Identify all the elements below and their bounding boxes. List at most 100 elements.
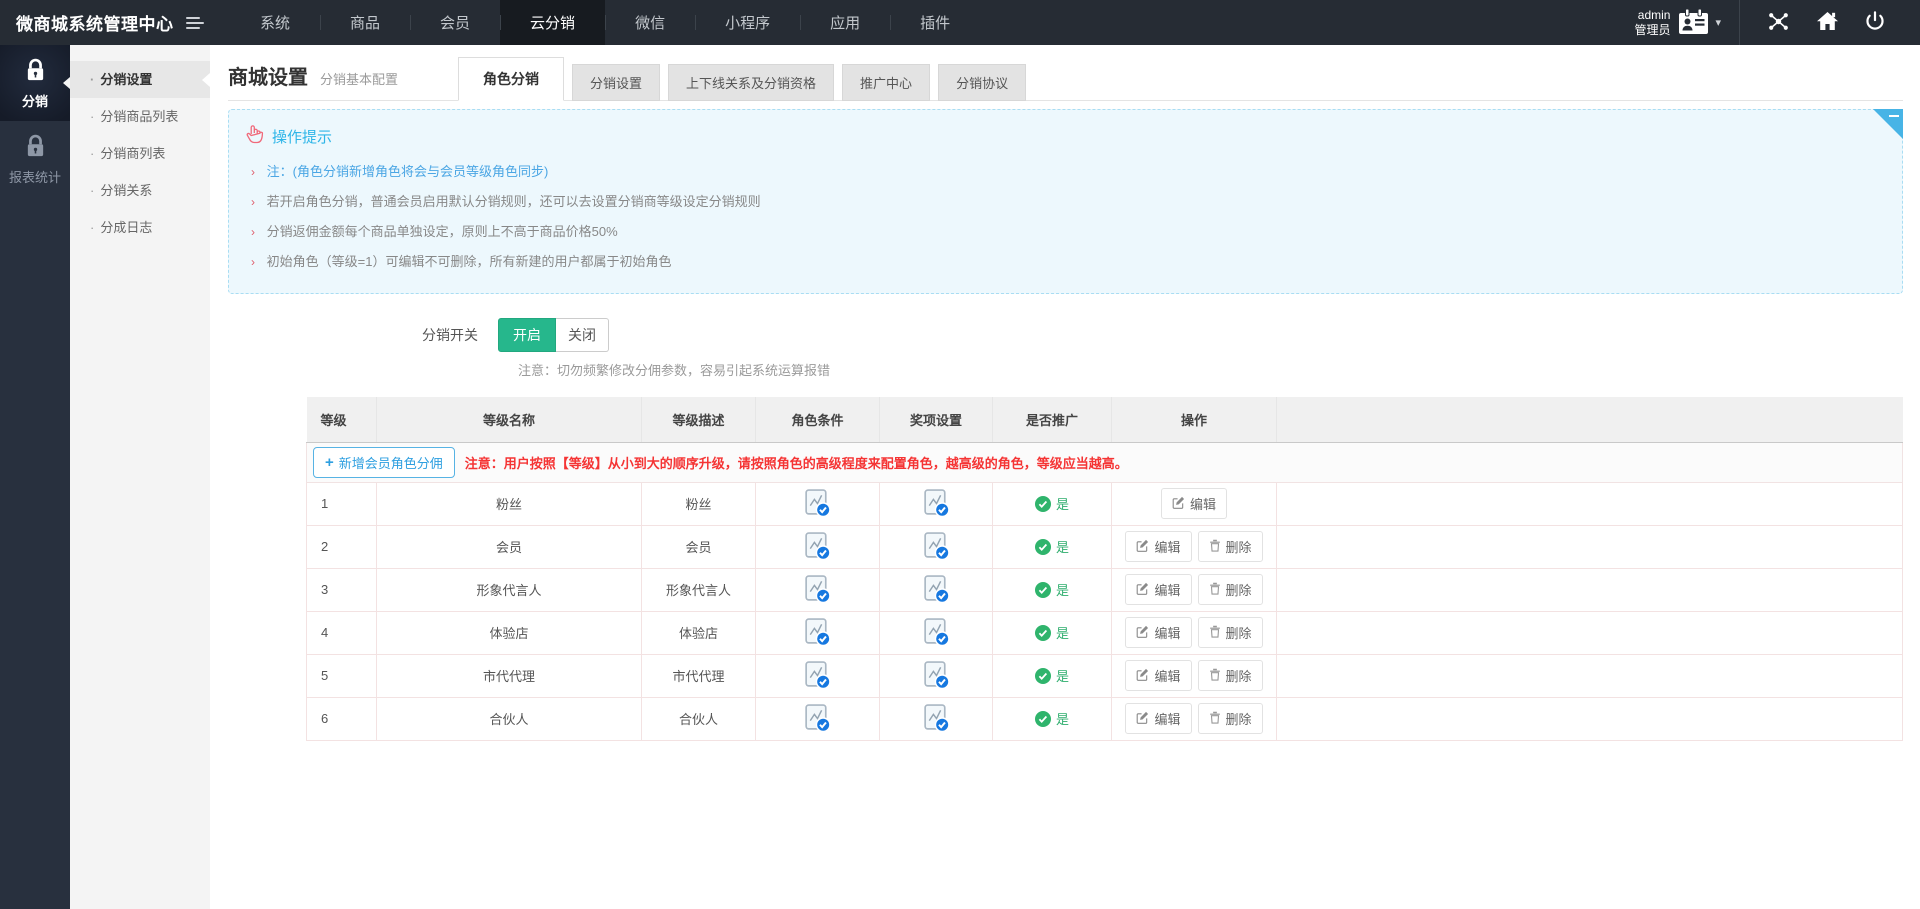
table-action-row: + 新增会员角色分佣 注意：用户按照【等级】从小到大的顺序升级，请按照角色的高级… bbox=[307, 442, 1903, 482]
cell-operations: 编辑 删除 bbox=[1112, 697, 1277, 740]
delete-button[interactable]: 删除 bbox=[1198, 574, 1263, 605]
table-row: 6 合伙人 合伙人 bbox=[307, 697, 1903, 740]
cell-role-condition bbox=[756, 525, 880, 568]
hand-pointer-icon bbox=[245, 124, 264, 149]
role-condition-edit-icon[interactable] bbox=[804, 573, 831, 607]
topnav-item-云分销[interactable]: 云分销 bbox=[500, 0, 605, 45]
tab-角色分销[interactable]: 角色分销 bbox=[458, 57, 564, 101]
role-condition-edit-icon[interactable] bbox=[804, 530, 831, 564]
arrow-marker-icon: › bbox=[251, 255, 255, 269]
switch-note: 注意：切勿频繁修改分佣参数，容易引起系统运算报错 bbox=[518, 360, 1903, 379]
add-role-button[interactable]: + 新增会员角色分佣 bbox=[313, 447, 455, 478]
role-condition-edit-icon[interactable] bbox=[804, 487, 831, 521]
sidebar-item-分销关系[interactable]: 分销关系 bbox=[70, 172, 210, 209]
role-condition-edit-icon[interactable] bbox=[804, 659, 831, 693]
table-row: 5 市代代理 市代代理 bbox=[307, 654, 1903, 697]
prize-setting-edit-icon[interactable] bbox=[923, 487, 950, 521]
edit-button[interactable]: 编辑 bbox=[1125, 574, 1191, 605]
cell-level-name: 形象代言人 bbox=[377, 568, 642, 611]
topnav-item-插件[interactable]: 插件 bbox=[890, 0, 980, 45]
role-condition-edit-icon[interactable] bbox=[804, 702, 831, 736]
table-header-row: 等级等级名称等级描述角色条件奖项设置是否推广操作 bbox=[307, 397, 1903, 442]
distribution-switch-row: 分销开关 开启 关闭 bbox=[228, 318, 1903, 352]
edit-button[interactable]: 编辑 bbox=[1125, 703, 1191, 734]
topnav-item-系统[interactable]: 系统 bbox=[230, 0, 320, 45]
topnav-item-商品[interactable]: 商品 bbox=[320, 0, 410, 45]
top-navigation: 系统商品会员云分销微信小程序应用插件 bbox=[230, 0, 980, 45]
collapse-tips-button[interactable] bbox=[1873, 109, 1903, 139]
user-role: 管理员 bbox=[1634, 23, 1670, 38]
topnav-item-小程序[interactable]: 小程序 bbox=[695, 0, 800, 45]
switch-label: 分销开关 bbox=[228, 325, 498, 345]
tip-item: › 初始角色（等级=1）可编辑不可删除，所有新建的用户都属于初始角色 bbox=[245, 247, 1886, 277]
cell-level-name: 粉丝 bbox=[377, 482, 642, 525]
prize-setting-edit-icon[interactable] bbox=[923, 616, 950, 650]
user-menu[interactable]: admin 管理员 ▾ bbox=[1634, 8, 1725, 38]
cell-level: 6 bbox=[307, 697, 377, 740]
lock-icon bbox=[22, 57, 49, 87]
edit-button[interactable]: 编辑 bbox=[1161, 488, 1227, 519]
main-content: 商城设置 分销基本配置 角色分销分销设置上下线关系及分销资格推广中心分销协议 操… bbox=[210, 45, 1920, 909]
home-button[interactable] bbox=[1803, 9, 1852, 36]
edit-button[interactable]: 编辑 bbox=[1125, 617, 1191, 648]
sidebar-item-分成日志[interactable]: 分成日志 bbox=[70, 209, 210, 246]
edit-button[interactable]: 编辑 bbox=[1125, 531, 1191, 562]
tab-分销协议[interactable]: 分销协议 bbox=[938, 64, 1026, 101]
pencil-square-icon bbox=[1136, 711, 1149, 727]
cell-operations: 编辑 删除 bbox=[1112, 611, 1277, 654]
roles-table: 等级等级名称等级描述角色条件奖项设置是否推广操作 + 新增会员角色分佣 注意：用… bbox=[306, 397, 1903, 741]
id-badge-icon bbox=[1678, 8, 1709, 38]
table-header-cell: 角色条件 bbox=[756, 397, 880, 442]
delete-button[interactable]: 删除 bbox=[1198, 703, 1263, 734]
trash-icon bbox=[1209, 539, 1221, 555]
rail-item-报表统计[interactable]: 报表统计 bbox=[0, 121, 70, 197]
module-rail: 分销 报表统计 bbox=[0, 45, 70, 909]
table-row: 1 粉丝 粉丝 bbox=[307, 482, 1903, 525]
logout-button[interactable] bbox=[1852, 10, 1898, 35]
table-row: 2 会员 会员 bbox=[307, 525, 1903, 568]
rail-item-分销[interactable]: 分销 bbox=[0, 45, 70, 121]
hamburger-menu-icon[interactable] bbox=[178, 0, 212, 45]
user-name: admin bbox=[1634, 8, 1670, 23]
cell-level-desc: 会员 bbox=[642, 525, 756, 568]
cell-level-desc: 合伙人 bbox=[642, 697, 756, 740]
pencil-square-icon bbox=[1136, 668, 1149, 684]
sidebar-item-分销商列表[interactable]: 分销商列表 bbox=[70, 135, 210, 172]
sidebar-item-分销商品列表[interactable]: 分销商品列表 bbox=[70, 98, 210, 135]
delete-button[interactable]: 删除 bbox=[1198, 660, 1263, 691]
cell-level: 1 bbox=[307, 482, 377, 525]
cell-empty bbox=[1277, 654, 1903, 697]
role-condition-edit-icon[interactable] bbox=[804, 616, 831, 650]
edit-button[interactable]: 编辑 bbox=[1125, 660, 1191, 691]
cell-level-desc: 市代代理 bbox=[642, 654, 756, 697]
prize-setting-edit-icon[interactable] bbox=[923, 702, 950, 736]
arrow-marker-icon: › bbox=[251, 195, 255, 209]
delete-button[interactable]: 删除 bbox=[1198, 617, 1263, 648]
delete-button[interactable]: 删除 bbox=[1198, 531, 1263, 562]
cell-role-condition bbox=[756, 568, 880, 611]
topnav-item-应用[interactable]: 应用 bbox=[800, 0, 890, 45]
check-circle-icon bbox=[1035, 668, 1051, 684]
cell-role-condition bbox=[756, 697, 880, 740]
prize-setting-edit-icon[interactable] bbox=[923, 659, 950, 693]
plus-icon: + bbox=[325, 456, 334, 469]
trash-icon bbox=[1209, 625, 1221, 641]
tab-推广中心[interactable]: 推广中心 bbox=[842, 64, 930, 101]
prize-setting-edit-icon[interactable] bbox=[923, 530, 950, 564]
topnav-item-微信[interactable]: 微信 bbox=[605, 0, 695, 45]
shortcuts-button[interactable] bbox=[1754, 9, 1803, 37]
table-header-cell: 等级 bbox=[307, 397, 377, 442]
tips-title: 操作提示 bbox=[272, 126, 332, 147]
cell-empty bbox=[1277, 697, 1903, 740]
pencil-square-icon bbox=[1136, 539, 1149, 555]
sidebar-item-分销设置[interactable]: 分销设置 bbox=[70, 61, 210, 98]
tab-分销设置[interactable]: 分销设置 bbox=[572, 64, 660, 101]
switch-off-button[interactable]: 关闭 bbox=[556, 318, 609, 352]
topnav-item-会员[interactable]: 会员 bbox=[410, 0, 500, 45]
switch-on-button[interactable]: 开启 bbox=[498, 318, 556, 352]
divider bbox=[1739, 0, 1740, 45]
cell-level: 5 bbox=[307, 654, 377, 697]
tab-上下线关系及分销资格[interactable]: 上下线关系及分销资格 bbox=[668, 64, 834, 101]
prize-setting-edit-icon[interactable] bbox=[923, 573, 950, 607]
check-circle-icon bbox=[1035, 711, 1051, 727]
